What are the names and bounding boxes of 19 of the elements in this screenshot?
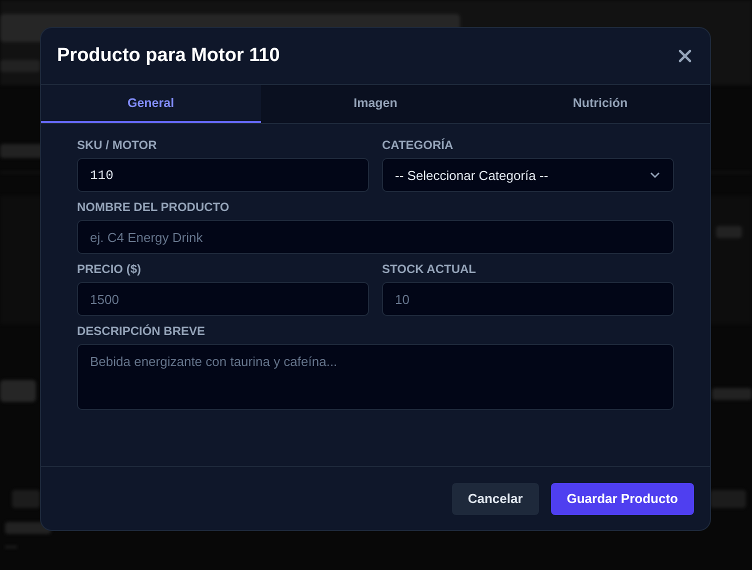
- close-icon[interactable]: [678, 49, 692, 63]
- tab[interactable]: Imagen: [260, 85, 490, 123]
- field-label: CATEGORÍA: [382, 138, 454, 152]
- field-label: NOMBRE DEL PRODUCTO: [77, 200, 230, 214]
- field-label: PRECIO ($): [77, 262, 142, 276]
- tab[interactable]: General: [41, 85, 261, 123]
- modal-title: Producto para Motor 110: [57, 45, 280, 67]
- category-select[interactable]: -- Seleccionar Categoría --: [382, 158, 674, 192]
- input-field[interactable]: ej. C4 Energy Drink: [77, 220, 674, 254]
- input-field[interactable]: 10: [382, 282, 674, 316]
- save-button[interactable]: Guardar Producto: [550, 482, 694, 514]
- input-field[interactable]: 110: [77, 158, 369, 192]
- field-label: DESCRIPCIÓN BREVE: [77, 324, 206, 338]
- description-field[interactable]: Bebida energizante con taurina y cafeína...: [77, 344, 674, 410]
- field-label: SKU / MOTOR: [77, 138, 158, 152]
- input-field[interactable]: 1500: [77, 282, 369, 316]
- cancel-button[interactable]: Cancelar: [452, 482, 539, 514]
- field-label: STOCK ACTUAL: [382, 262, 477, 276]
- tab[interactable]: Nutrición: [490, 85, 710, 123]
